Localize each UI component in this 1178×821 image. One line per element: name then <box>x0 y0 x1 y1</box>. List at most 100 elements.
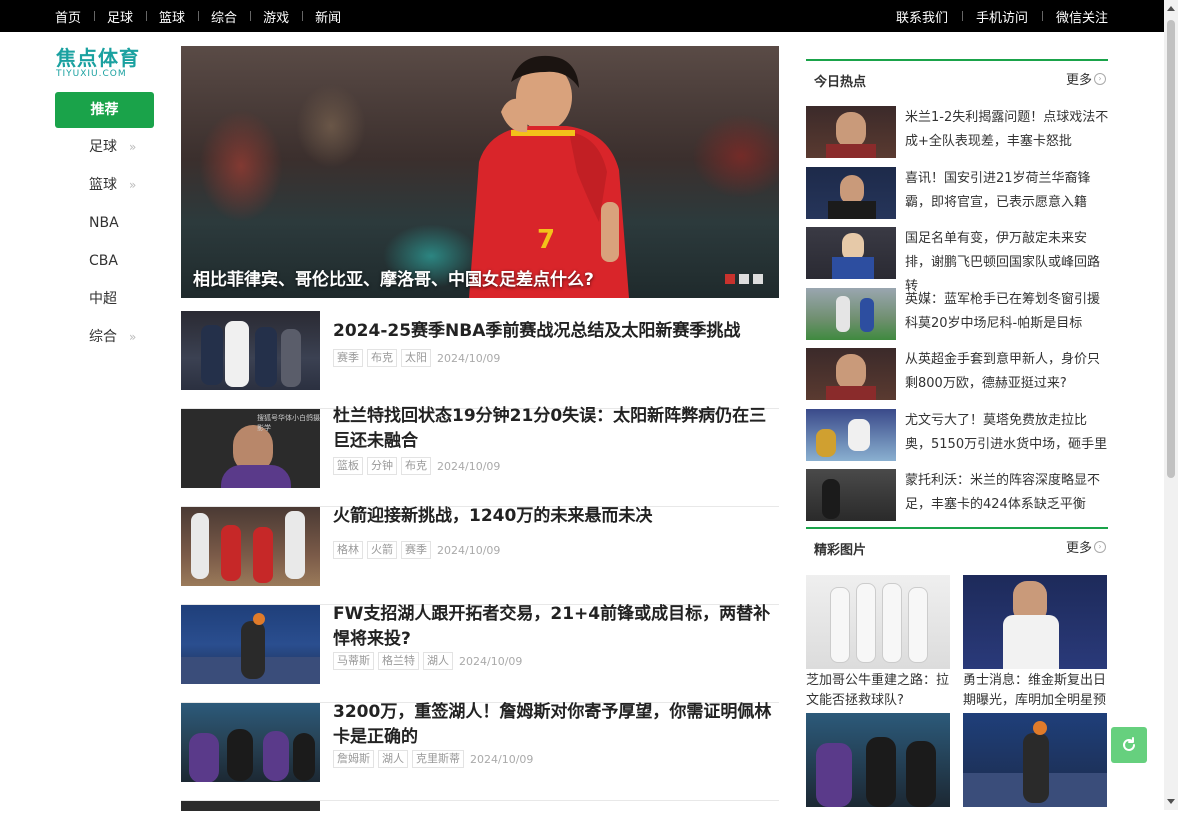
article-tag[interactable]: 格兰特 <box>378 652 419 670</box>
hot-title[interactable]: 蒙托利沃：米兰的阵容深度略显不足，丰塞卡的424体系缺乏平衡 <box>905 469 1109 517</box>
hot-item[interactable]: 米兰1-2失利揭露问题！点球戏法不成+全队表现差，丰塞卡怒批 <box>806 106 1108 167</box>
article-tag[interactable]: 篮板 <box>333 457 363 475</box>
article-tag[interactable]: 太阳 <box>401 349 431 367</box>
hot-thumbnail[interactable] <box>806 408 896 461</box>
article-tag[interactable]: 詹姆斯 <box>333 750 374 768</box>
article-item[interactable] <box>181 801 779 821</box>
contact-link[interactable]: 联系我们 <box>882 7 962 26</box>
more-link[interactable]: 更多 › <box>1066 537 1106 556</box>
hot-title[interactable]: 从英超金手套到意甲新人，身价只剩800万欧，德赫亚挺过来? <box>905 348 1109 396</box>
hot-thumbnail[interactable] <box>806 227 896 279</box>
article-tag[interactable]: 马蒂斯 <box>333 652 374 670</box>
hot-thumbnail[interactable] <box>806 166 896 219</box>
gallery-item[interactable]: 勇士消息：维金斯复出日期曝光，库明加全明星预 <box>963 575 1107 713</box>
category-football[interactable]: 足球 » <box>55 128 154 166</box>
article-meta: 詹姆斯 湖人 克里斯蒂 2024/10/09 <box>333 750 533 768</box>
article-thumbnail[interactable]: 搜狐号华体小白鸽摄影学 <box>181 409 320 488</box>
gallery-item[interactable]: 芝加哥公牛重建之路：拉文能否拯救球队? <box>806 575 950 713</box>
hot-title[interactable]: 喜讯！国安引进21岁荷兰华裔锋霸，即将官宣，已表示愿意入籍 <box>905 167 1109 215</box>
article-tag[interactable]: 格林 <box>333 541 363 559</box>
article-item[interactable]: FW支招湖人跟开拓者交易，21+4前锋或成目标，两替补悍将来投? 马蒂斯 格兰特… <box>181 602 779 703</box>
more-link[interactable]: 更多 › <box>1066 69 1106 88</box>
article-thumbnail[interactable] <box>181 311 320 390</box>
gallery-image[interactable] <box>963 575 1107 669</box>
hot-item[interactable]: 英媒：蓝军枪手已在筹划冬窗引援 科莫20岁中场尼科-帕斯是目标 <box>806 287 1109 349</box>
hot-thumbnail[interactable] <box>806 287 896 340</box>
mobile-link[interactable]: 手机访问 <box>961 7 1042 26</box>
article-title[interactable]: 3200万，重签湖人！詹姆斯对你寄予厚望，你需证明佩林卡是正确的 <box>333 700 779 750</box>
article-tag[interactable]: 分钟 <box>367 457 397 475</box>
hero-caption[interactable]: 相比菲律宾、哥伦比亚、摩洛哥、中国女足差点什么? <box>193 265 594 290</box>
gallery-image[interactable] <box>806 575 950 669</box>
article-title[interactable]: FW支招湖人跟开拓者交易，21+4前锋或成目标，两替补悍将来投? <box>333 602 779 652</box>
article-item[interactable]: 2024-25赛季NBA季前赛战况总结及太阳新赛季挑战 赛季 布克 太阳 202… <box>181 311 779 409</box>
scroll-up-arrow-icon[interactable] <box>1167 6 1175 11</box>
hot-title[interactable]: 尤文亏大了！莫塔免费放走拉比奥，5150万引进水货中场，砸手里 <box>905 409 1109 457</box>
refresh-button[interactable] <box>1111 727 1147 763</box>
top-nav-basketball[interactable]: 篮球 <box>146 7 198 26</box>
hot-item[interactable]: 蒙托利沃：米兰的阵容深度略显不足，丰塞卡的424体系缺乏平衡 <box>806 469 1108 530</box>
gallery-caption[interactable]: 勇士消息：维金斯复出日期曝光，库明加全明星预 <box>963 669 1107 713</box>
article-meta: 赛季 布克 太阳 2024/10/09 <box>333 349 500 367</box>
article-thumbnail[interactable] <box>181 507 320 586</box>
gallery-grid: 芝加哥公牛重建之路：拉文能否拯救球队? 勇士消息：维金斯复出日期曝光，库明加全明… <box>806 563 1108 807</box>
gallery-image[interactable] <box>806 713 950 807</box>
article-tag[interactable]: 赛季 <box>333 349 363 367</box>
carousel-dot-2[interactable] <box>739 274 749 284</box>
category-general[interactable]: 综合 » <box>55 318 154 356</box>
gallery-image[interactable] <box>963 713 1107 807</box>
panel-title: 今日热点 <box>814 75 867 90</box>
article-tag[interactable]: 布克 <box>401 457 431 475</box>
hot-thumbnail[interactable] <box>806 106 896 158</box>
article-tag[interactable]: 湖人 <box>378 750 408 768</box>
article-thumbnail[interactable] <box>181 605 320 684</box>
top-nav-football[interactable]: 足球 <box>94 7 146 26</box>
article-title[interactable]: 2024-25赛季NBA季前赛战况总结及太阳新赛季挑战 <box>333 319 779 344</box>
article-title[interactable]: 杜兰特找回状态19分钟21分0失误：太阳新阵弊病仍在三巨还未融合 <box>333 404 779 454</box>
wechat-link[interactable]: 微信关注 <box>1041 7 1122 26</box>
top-nav-home[interactable]: 首页 <box>42 7 94 26</box>
top-nav-games[interactable]: 游戏 <box>250 7 302 26</box>
category-csl[interactable]: 中超 <box>55 280 154 318</box>
hot-item[interactable]: 从英超金手套到意甲新人，身价只剩800万欧，德赫亚挺过来? <box>806 348 1108 409</box>
hot-thumbnail[interactable] <box>806 469 896 521</box>
carousel-dot-3[interactable] <box>753 274 763 284</box>
carousel-dot-1[interactable] <box>725 274 735 284</box>
article-thumbnail[interactable] <box>181 703 320 782</box>
hot-title[interactable]: 英媒：蓝军枪手已在筹划冬窗引援 科莫20岁中场尼科-帕斯是目标 <box>905 288 1109 336</box>
scroll-down-arrow-icon[interactable] <box>1167 799 1175 804</box>
hot-title[interactable]: 米兰1-2失利揭露问题！点球戏法不成+全队表现差，丰塞卡怒批 <box>905 106 1109 154</box>
category-label: 足球 <box>89 139 117 155</box>
gallery-item[interactable] <box>963 713 1107 807</box>
hot-item[interactable]: 国足名单有变，伊万敲定未来安排，谢鹏飞巴顿回国家队或峰回路转 <box>806 227 1108 294</box>
category-nba[interactable]: NBA <box>55 204 154 242</box>
gallery-item[interactable] <box>806 713 950 807</box>
article-tag[interactable]: 赛季 <box>401 541 431 559</box>
gallery-caption[interactable]: 芝加哥公牛重建之路：拉文能否拯救球队? <box>806 669 950 713</box>
article-item[interactable]: 搜狐号华体小白鸽摄影学 杜兰特找回状态19分钟21分0失误：太阳新阵弊病仍在三巨… <box>181 406 779 507</box>
article-item[interactable]: 3200万，重签湖人！詹姆斯对你寄予厚望，你需证明佩林卡是正确的 詹姆斯 湖人 … <box>181 700 779 801</box>
more-label: 更多 <box>1065 73 1092 88</box>
category-basketball[interactable]: 篮球 » <box>55 166 154 204</box>
article-title[interactable]: 火箭迎接新挑战，1240万的未来悬而未决 <box>333 504 779 529</box>
article-tag[interactable]: 克里斯蒂 <box>412 750 464 768</box>
double-chevron-right-icon: » <box>129 330 137 344</box>
category-cba[interactable]: CBA <box>55 242 154 280</box>
site-logo[interactable]: 焦点体育 TIYUXIU.COM <box>56 47 156 81</box>
hero-carousel[interactable]: 7 相比菲律宾、哥伦比亚、摩洛哥、中国女足差点什么? <box>181 46 779 298</box>
article-tag[interactable]: 湖人 <box>423 652 453 670</box>
article-tag[interactable]: 布克 <box>367 349 397 367</box>
more-label: 更多 <box>1065 541 1092 556</box>
article-date: 2024/10/09 <box>437 351 501 365</box>
top-nav-news[interactable]: 新闻 <box>302 7 354 26</box>
scrollbar-thumb[interactable] <box>1167 20 1175 478</box>
category-nav: 推荐 足球 » 篮球 » NBA CBA 中超 综合 » <box>55 92 154 356</box>
hot-thumbnail[interactable] <box>806 348 896 400</box>
hot-item[interactable]: 尤文亏大了！莫塔免费放走拉比奥，5150万引进水货中场，砸手里 <box>806 408 1109 470</box>
vertical-scrollbar[interactable] <box>1164 0 1178 810</box>
category-recommended[interactable]: 推荐 <box>55 92 154 128</box>
article-tag[interactable]: 火箭 <box>367 541 397 559</box>
hot-item[interactable]: 喜讯！国安引进21岁荷兰华裔锋霸，即将官宣，已表示愿意入籍 <box>806 166 1109 228</box>
article-item[interactable]: 火箭迎接新挑战，1240万的未来悬而未决 格林 火箭 赛季 2024/10/09 <box>181 504 779 605</box>
top-nav-general[interactable]: 综合 <box>198 7 250 26</box>
